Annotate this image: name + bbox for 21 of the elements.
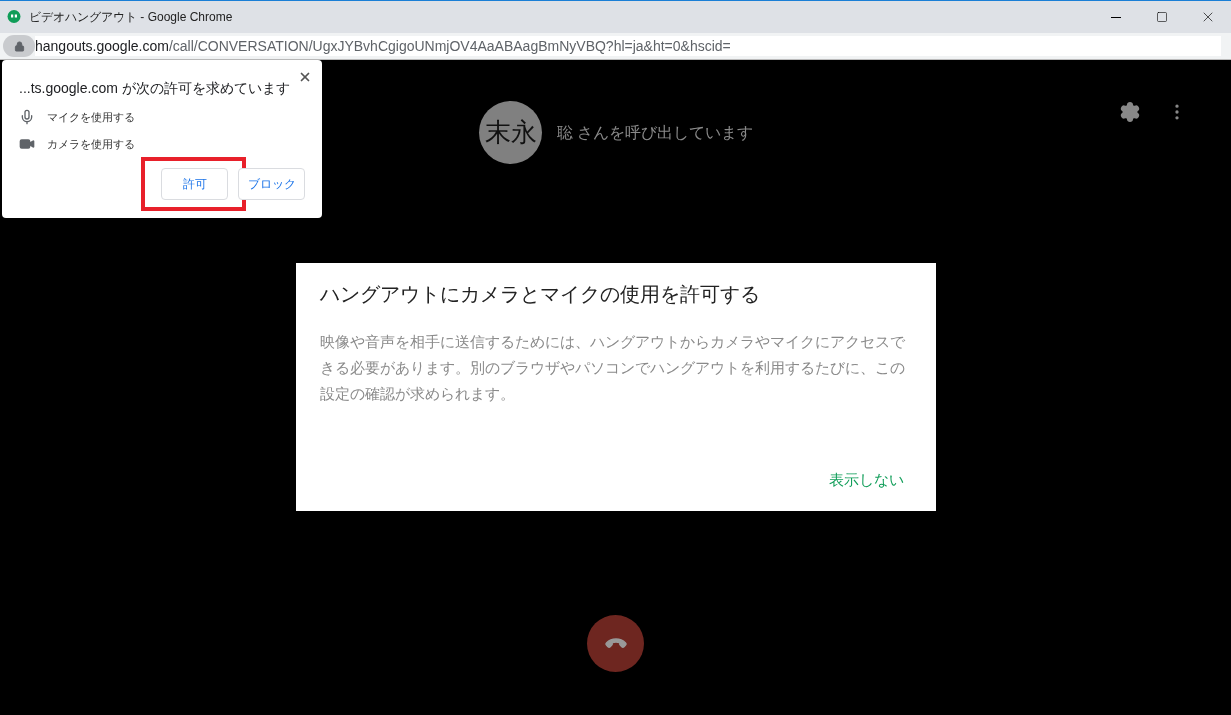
permission-label: カメラを使用する [47,136,135,152]
permission-label: マイクを使用する [47,110,135,125]
lock-icon [13,40,25,52]
popup-title: ...ts.google.com が次の許可を求めています [19,79,291,98]
minimize-icon [1111,16,1121,18]
settings-icon[interactable] [1119,101,1141,123]
microphone-icon [19,109,35,126]
maximize-icon [1156,11,1168,23]
dont-show-button[interactable]: 表示しない [821,468,912,491]
avatar: 末永 [479,101,542,164]
close-icon[interactable] [298,70,312,84]
window-title: ビデオハングアウト - Google Chrome [29,9,233,26]
calling-status: 聡 さんを呼び出しています [557,122,754,143]
site-info-button[interactable] [3,35,35,57]
dialog-title: ハングアウトにカメラとマイクの使用を許可する [320,282,761,307]
address-field[interactable]: hangouts.google.com/call/CONVERSATION/UgxJYBvhCgigoUNmjOV4AaABAagBmNyVBQ?hl=ja&ht=0&hscid= [35,36,1221,56]
popup-button[interactable]: ブロック [238,168,305,200]
chat-bubble-icon [7,10,21,24]
dialog-body: 映像や音声を相手に送信するためには、ハングアウトからカメラやマイクにアクセスできる必要があります。別のブラウザやパソコンでハングアウトを利用するたびに、この設定の確認が求められます。 [320,332,906,404]
hang-up-button[interactable] [587,615,644,672]
popup-button[interactable]: 許可 [161,168,228,200]
